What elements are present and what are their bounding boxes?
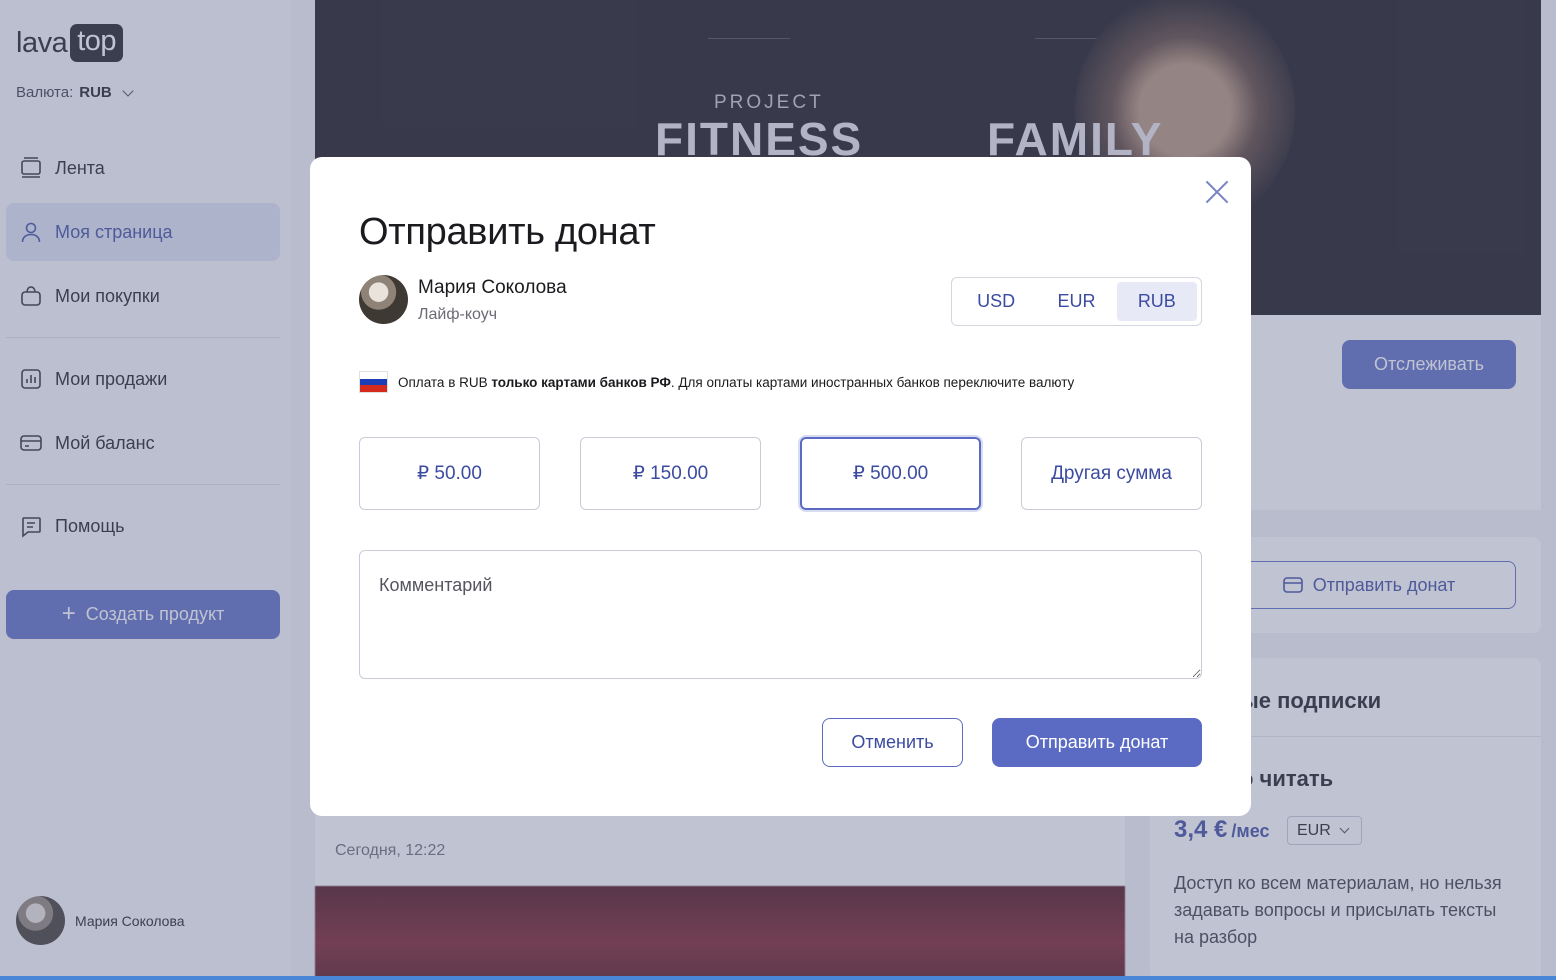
amount-option-150[interactable]: ₽ 150.00 (580, 437, 761, 510)
comment-field[interactable] (359, 550, 1202, 679)
notice-suffix: . Для оплаты картами иностранных банков … (670, 374, 1075, 390)
currency-option-usd[interactable]: USD (956, 282, 1036, 321)
cancel-button[interactable]: Отменить (822, 718, 963, 767)
currency-switch: USD EUR RUB (951, 277, 1202, 326)
currency-option-eur[interactable]: EUR (1036, 282, 1116, 321)
amount-options: ₽ 50.00 ₽ 150.00 ₽ 500.00 Другая сумма (359, 437, 1202, 510)
currency-option-rub[interactable]: RUB (1116, 282, 1197, 321)
author-avatar (359, 275, 408, 324)
notice-bold: только картами банков РФ (491, 374, 671, 390)
send-donate-button[interactable]: Отправить донат (992, 718, 1202, 767)
author-name: Мария Соколова (418, 277, 567, 298)
amount-option-500[interactable]: ₽ 500.00 (800, 437, 981, 510)
donate-modal: Отправить донат Мария Соколова Лайф-коуч… (310, 157, 1251, 816)
amount-option-50[interactable]: ₽ 50.00 (359, 437, 540, 510)
amount-option-custom[interactable]: Другая сумма (1021, 437, 1202, 510)
author-role: Лайф-коуч (418, 306, 498, 323)
modal-title: Отправить донат (359, 211, 656, 253)
notice-prefix: Оплата в RUB (398, 374, 492, 390)
payment-notice: Оплата в RUB только картами банков РФ . … (359, 371, 1074, 393)
russia-flag-icon (359, 371, 388, 393)
close-icon[interactable] (1204, 179, 1230, 205)
window-bottom-edge (0, 976, 1556, 980)
